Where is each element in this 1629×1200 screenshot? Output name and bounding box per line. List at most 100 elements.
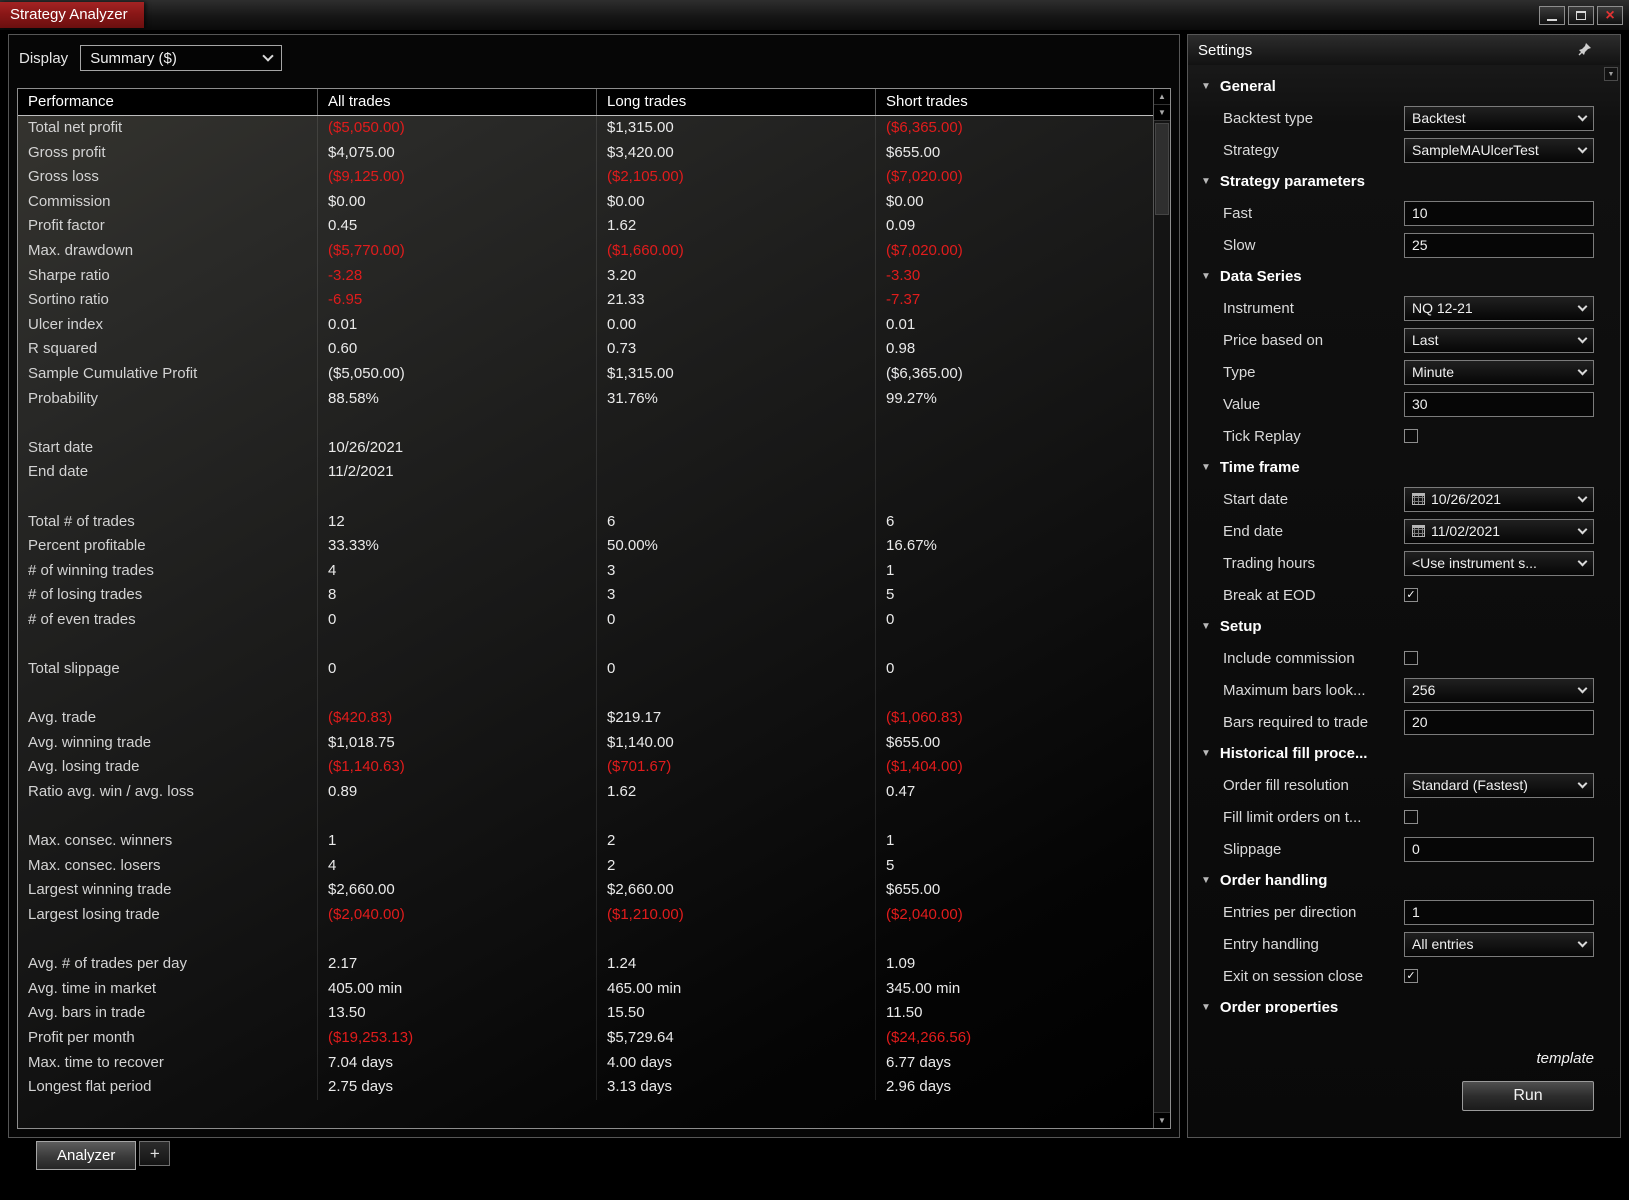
table-row[interactable]: Sharpe ratio -3.28 3.20 -3.30 [18, 263, 1153, 289]
pin-icon[interactable] [1577, 42, 1592, 61]
collapse-triangle-icon[interactable]: ▼ [1201, 875, 1211, 886]
column-header-short-trades[interactable]: Short trades [876, 89, 1170, 115]
table-row[interactable]: Gross loss ($9,125.00) ($2,105.00) ($7,020.… [18, 165, 1153, 190]
text-input[interactable]: 30 [1404, 391, 1594, 417]
table-row[interactable]: Probability 88.58% 31.76% 99.27% [18, 386, 1153, 412]
maximize-button[interactable] [1568, 6, 1594, 25]
table-row[interactable]: Max. drawdown ($5,770.00) ($1,660.00) ($7,0… [18, 238, 1153, 264]
table-row[interactable]: Max. consec. losers 4 2 5 [18, 853, 1153, 879]
table-row[interactable]: Ulcer index 0.01 0.00 0.01 [18, 312, 1153, 338]
collapse-triangle-icon[interactable]: ▼ [1201, 748, 1211, 759]
text-input[interactable]: 1 [1404, 899, 1594, 925]
table-row[interactable]: Largest winning trade $2,660.00 $2,660.00 $… [18, 878, 1153, 903]
table-row[interactable]: Ratio avg. win / avg. loss 0.89 1.62 0.47 [18, 780, 1153, 805]
table-row[interactable]: Profit factor 0.45 1.62 0.09 [18, 214, 1153, 239]
table-row[interactable] [18, 927, 1153, 953]
column-header-long-trades[interactable]: Long trades [597, 89, 876, 115]
table-row[interactable]: Avg. losing trade ($1,140.63) ($701.67) ($1… [18, 755, 1153, 781]
row-value [597, 411, 876, 436]
text-input[interactable]: 25 [1404, 232, 1594, 258]
table-row[interactable] [18, 681, 1153, 707]
table-row[interactable]: Total # of trades 12 6 6 [18, 509, 1153, 535]
column-header-all-trades[interactable]: All trades [318, 89, 597, 115]
setting-label: Slow [1223, 236, 1256, 254]
dropdown[interactable]: 256 [1404, 677, 1594, 703]
settings-section-header[interactable]: ▼ Data Series [1188, 261, 1620, 292]
table-row[interactable]: Commission $0.00 $0.00 $0.00 [18, 189, 1153, 215]
table-row[interactable]: End date 11/2/2021 [18, 460, 1153, 485]
window-title: Strategy Analyzer [0, 2, 144, 28]
dropdown[interactable]: All entries [1404, 931, 1594, 957]
display-dropdown[interactable]: Summary ($) [80, 45, 283, 71]
settings-section-header[interactable]: ▼ Order handling [1188, 865, 1620, 896]
table-row[interactable]: Profit per month ($19,253.13) $5,729.64 ($2… [18, 1025, 1153, 1051]
scroll-down-bottom-icon[interactable]: ▼ [1154, 1112, 1170, 1128]
table-row[interactable]: Total net profit ($5,050.00) $1,315.00 ($6,… [18, 116, 1153, 141]
dropdown[interactable]: NQ 12-21 [1404, 295, 1594, 321]
text-input[interactable]: 20 [1404, 709, 1594, 735]
table-row[interactable]: Avg. # of trades per day 2.17 1.24 1.09 [18, 952, 1153, 977]
dropdown[interactable]: Last [1404, 327, 1594, 353]
tab-analyzer[interactable]: Analyzer [36, 1141, 137, 1170]
table-row[interactable]: # of winning trades 4 3 1 [18, 558, 1153, 584]
settings-section-header[interactable]: ▼ Time frame [1188, 452, 1620, 483]
checkbox[interactable] [1404, 651, 1418, 665]
collapse-triangle-icon[interactable]: ▼ [1201, 271, 1211, 282]
close-button[interactable]: × [1597, 6, 1623, 25]
date-picker[interactable]: 11/02/2021 [1404, 518, 1594, 544]
table-row[interactable] [18, 484, 1153, 510]
text-input[interactable]: 0 [1404, 836, 1594, 862]
table-row[interactable] [18, 632, 1153, 658]
table-row[interactable]: Max. consec. winners 1 2 1 [18, 829, 1153, 854]
collapse-triangle-icon[interactable]: ▼ [1201, 1002, 1211, 1013]
dropdown[interactable]: Minute [1404, 359, 1594, 385]
table-row[interactable] [18, 411, 1153, 436]
template-link[interactable]: template [1536, 1050, 1594, 1067]
collapse-triangle-icon[interactable]: ▼ [1201, 176, 1211, 187]
scroll-down-icon[interactable]: ▼ [1154, 105, 1170, 121]
table-row[interactable]: Start date 10/26/2021 [18, 435, 1153, 461]
dropdown[interactable]: Backtest [1404, 105, 1594, 131]
table-row[interactable]: Sortino ratio -6.95 21.33 -7.37 [18, 288, 1153, 313]
dropdown[interactable]: Standard (Fastest) [1404, 772, 1594, 798]
table-row[interactable]: Percent profitable 33.33% 50.00% 16.67% [18, 534, 1153, 559]
table-row[interactable]: Max. time to recover 7.04 days 4.00 days 6.… [18, 1050, 1153, 1076]
table-row[interactable]: R squared 0.60 0.73 0.98 [18, 337, 1153, 362]
table-row[interactable]: Avg. time in market 405.00 min 465.00 min 3… [18, 976, 1153, 1002]
table-row[interactable] [18, 804, 1153, 830]
column-header-performance[interactable]: Performance [18, 89, 318, 115]
minimize-button[interactable] [1539, 6, 1565, 25]
collapse-triangle-icon[interactable]: ▼ [1201, 462, 1211, 473]
run-button[interactable]: Run [1462, 1081, 1594, 1111]
settings-section-header[interactable]: ▼ Order properties [1188, 992, 1620, 1013]
table-row[interactable]: Total slippage 0 0 0 [18, 657, 1153, 682]
table-row[interactable]: Avg. trade ($420.83) $219.17 ($1,060.83) [18, 706, 1153, 731]
table-row[interactable]: # of losing trades 8 3 5 [18, 583, 1153, 608]
text-input[interactable]: 10 [1404, 200, 1594, 226]
settings-section-header[interactable]: ▼ Setup [1188, 611, 1620, 642]
date-picker[interactable]: 10/26/2021 [1404, 486, 1594, 512]
table-row[interactable]: Gross profit $4,075.00 $3,420.00 $655.00 [18, 140, 1153, 166]
table-row[interactable]: Sample Cumulative Profit ($5,050.00) $1,31… [18, 361, 1153, 387]
settings-section-header[interactable]: ▼ Historical fill proce... [1188, 738, 1620, 769]
add-tab-button[interactable]: + [139, 1141, 171, 1166]
checkbox[interactable]: ✓ [1404, 969, 1418, 983]
dropdown[interactable]: <Use instrument s... [1404, 550, 1594, 576]
table-row[interactable]: Longest flat period 2.75 days 3.13 days 2.9… [18, 1075, 1153, 1100]
settings-section-header[interactable]: ▼ Strategy parameters [1188, 166, 1620, 197]
checkbox[interactable]: ✓ [1404, 588, 1418, 602]
checkbox[interactable] [1404, 429, 1418, 443]
dropdown[interactable]: SampleMAUlcerTest [1404, 137, 1594, 163]
table-row[interactable]: Avg. winning trade $1,018.75 $1,140.00 $655… [18, 730, 1153, 756]
collapse-triangle-icon[interactable]: ▼ [1201, 81, 1211, 92]
table-row[interactable]: Avg. bars in trade 13.50 15.50 11.50 [18, 1001, 1153, 1026]
vertical-scrollbar[interactable]: ▲ ▼ ▼ [1153, 89, 1170, 1128]
table-row[interactable]: # of even trades 0 0 0 [18, 607, 1153, 633]
checkbox[interactable] [1404, 810, 1418, 824]
collapse-triangle-icon[interactable]: ▼ [1201, 621, 1211, 632]
scroll-up-icon[interactable]: ▲ [1154, 89, 1170, 105]
settings-section-header[interactable]: ▼ General [1188, 71, 1620, 102]
settings-scroll-down-icon[interactable]: ▼ [1604, 67, 1618, 81]
table-row[interactable]: Largest losing trade ($2,040.00) ($1,210.0… [18, 903, 1153, 928]
scrollbar-thumb[interactable] [1155, 123, 1169, 215]
